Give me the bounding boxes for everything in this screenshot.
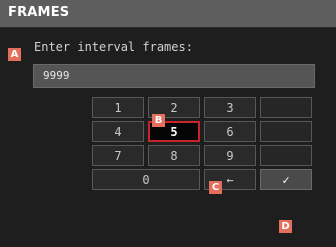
title-bar: FRAMES (0, 0, 336, 28)
callout-marker-c: C (209, 181, 222, 194)
key-9[interactable]: 9 (204, 145, 256, 166)
key-blank (260, 121, 312, 142)
key-6[interactable]: 6 (204, 121, 256, 142)
camera-menu-screen: FRAMES Enter interval frames: 9999 1 2 3… (0, 0, 336, 247)
page-title: FRAMES (8, 5, 70, 20)
key-blank (260, 145, 312, 166)
numeric-keypad: 1 2 3 4 5 6 7 8 9 0 ← ✓ (92, 97, 312, 213)
callout-marker-d: D (279, 220, 292, 233)
key-1[interactable]: 1 (92, 97, 144, 118)
key-8[interactable]: 8 (148, 145, 200, 166)
key-3[interactable]: 3 (204, 97, 256, 118)
callout-marker-a: A (8, 48, 21, 61)
interval-frames-value: 9999 (43, 69, 70, 82)
key-4[interactable]: 4 (92, 121, 144, 142)
key-blank (260, 97, 312, 118)
interval-frames-input[interactable]: 9999 (33, 64, 315, 88)
key-0[interactable]: 0 (92, 169, 200, 190)
interval-frames-prompt: Enter interval frames: (34, 40, 193, 54)
confirm-button[interactable]: ✓ (260, 169, 312, 190)
key-7[interactable]: 7 (92, 145, 144, 166)
callout-marker-b: B (152, 114, 165, 127)
